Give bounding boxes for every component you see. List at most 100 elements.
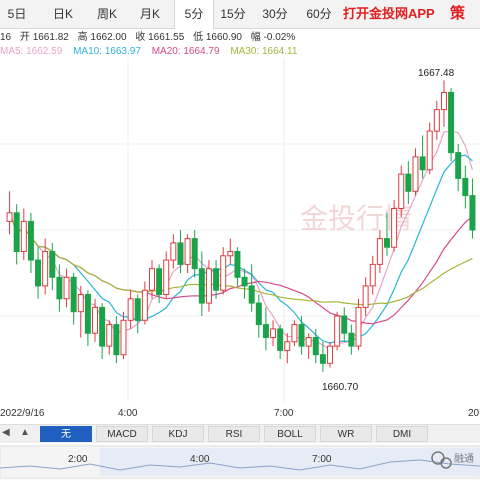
candle-body bbox=[440, 91, 447, 111]
x-tick-7: 7:00 bbox=[274, 408, 294, 419]
change-value: -0.02% bbox=[263, 32, 296, 43]
candle-body bbox=[170, 242, 177, 261]
candle-body bbox=[291, 324, 298, 343]
close-value: 1661.55 bbox=[148, 32, 185, 43]
candle-body bbox=[405, 173, 412, 192]
candlestick-chart[interactable]: 金投行情 1667.48 1660.70 bbox=[0, 58, 480, 402]
candle-body bbox=[198, 268, 205, 304]
indicator-macd-button[interactable]: MACD bbox=[96, 426, 148, 442]
nav-tick-7: 7:00 bbox=[312, 454, 332, 465]
candle-body bbox=[191, 238, 198, 270]
ma5-line bbox=[9, 130, 473, 351]
indicator-kdj-button[interactable]: KDJ bbox=[152, 426, 204, 442]
x-tick-start: 2022/9/16 bbox=[0, 408, 45, 419]
candle-body bbox=[270, 328, 277, 338]
candle-body bbox=[391, 208, 398, 248]
candle-body bbox=[49, 251, 56, 278]
candle-body bbox=[277, 328, 284, 351]
candle-body bbox=[462, 177, 469, 197]
candle-body bbox=[412, 156, 419, 192]
brand-name: 融通 bbox=[454, 453, 474, 465]
candle-body bbox=[327, 345, 334, 364]
candle-body bbox=[6, 212, 13, 222]
tab-monthly-k[interactable]: 月K bbox=[135, 0, 165, 28]
candle-body bbox=[42, 251, 49, 287]
time-fragment: 16 bbox=[0, 32, 12, 43]
ma5-legend: MA5: 1662.59 bbox=[0, 46, 63, 57]
candle-body bbox=[70, 276, 77, 313]
candle-body bbox=[56, 276, 63, 300]
navigator-svg[interactable]: 2:00 4:00 7:00 融通 bbox=[0, 444, 480, 480]
time-navigator[interactable]: 2:00 4:00 7:00 融通 bbox=[0, 444, 480, 480]
candle-body bbox=[341, 315, 348, 334]
candle-body bbox=[376, 238, 383, 265]
candle-body bbox=[99, 306, 106, 347]
candle-body bbox=[255, 302, 262, 326]
ma30-legend: MA30: 1664.11 bbox=[230, 46, 298, 57]
indicator-none-button[interactable]: 无 bbox=[40, 426, 92, 442]
strategy-icon[interactable]: 策 bbox=[450, 0, 465, 28]
candle-body bbox=[184, 238, 191, 265]
candle-body bbox=[383, 238, 390, 248]
candle-body bbox=[234, 251, 241, 278]
tab-weekly-k[interactable]: 周K bbox=[92, 0, 122, 28]
candle-body bbox=[156, 268, 163, 295]
scroll-left-arrow[interactable]: ◀ bbox=[2, 427, 10, 438]
candle-body bbox=[35, 259, 42, 287]
tab-30min[interactable]: 30分 bbox=[258, 0, 292, 28]
candle-body bbox=[448, 91, 455, 154]
low-annotation: 1660.70 bbox=[322, 382, 359, 393]
tab-daily-k[interactable]: 日K bbox=[48, 0, 78, 28]
candle-body bbox=[106, 324, 113, 347]
ma10-legend: MA10: 1663.97 bbox=[73, 46, 141, 57]
time-axis: 2022/9/16 4:00 7:00 20 bbox=[0, 405, 480, 423]
candle-body bbox=[433, 109, 440, 132]
candle-body bbox=[398, 173, 405, 209]
candle-body bbox=[127, 298, 134, 321]
navigator-window[interactable] bbox=[100, 448, 480, 476]
candle-body bbox=[455, 152, 462, 179]
candle-body bbox=[134, 298, 141, 321]
tab-60min[interactable]: 60分 bbox=[302, 0, 336, 28]
tab-5min[interactable]: 5分 bbox=[174, 0, 214, 29]
close-label: 收 bbox=[135, 32, 146, 43]
open-label: 开 bbox=[19, 32, 30, 43]
candle-body bbox=[205, 268, 212, 304]
candle-body bbox=[163, 259, 170, 296]
candle-body bbox=[92, 306, 99, 334]
candle-body bbox=[63, 276, 70, 300]
candle-body bbox=[419, 156, 426, 171]
indicator-boll-button[interactable]: BOLL bbox=[264, 426, 316, 442]
indicator-dmi-button[interactable]: DMI bbox=[376, 426, 428, 442]
candle-body bbox=[262, 324, 269, 339]
candle-body bbox=[305, 337, 312, 347]
candle-body bbox=[241, 276, 248, 287]
tab-5day[interactable]: 5日 bbox=[2, 0, 32, 28]
candle-body bbox=[355, 306, 362, 347]
high-annotation: 1667.48 bbox=[418, 68, 455, 79]
period-tab-bar: 5日 日K 周K 月K 5分 15分 30分 60分 打开金投网APP 策 bbox=[0, 0, 480, 29]
expand-up-arrow[interactable]: ▲ bbox=[20, 427, 30, 438]
candle-body bbox=[20, 220, 27, 252]
nav-tick-4: 4:00 bbox=[190, 454, 210, 465]
open-app-link[interactable]: 打开金投网APP bbox=[343, 0, 435, 28]
quote-row: 16 开 1661.82 高 1662.00 收 1661.55 低 1660.… bbox=[0, 31, 295, 45]
high-value: 1662.00 bbox=[90, 32, 127, 43]
candle-body bbox=[426, 130, 433, 171]
indicator-wr-button[interactable]: WR bbox=[320, 426, 372, 442]
candle-body bbox=[312, 337, 319, 356]
high-label: 高 bbox=[77, 32, 88, 43]
nav-tick-2: 2:00 bbox=[68, 454, 88, 465]
candle-body bbox=[13, 212, 20, 253]
open-value: 1661.82 bbox=[32, 32, 69, 43]
indicator-rsi-button[interactable]: RSI bbox=[208, 426, 260, 442]
candle-body bbox=[77, 294, 84, 313]
candle-body bbox=[334, 315, 341, 347]
candle-body bbox=[84, 294, 91, 334]
candle-body bbox=[362, 285, 369, 308]
candle-body bbox=[319, 354, 326, 364]
tab-15min[interactable]: 15分 bbox=[218, 0, 248, 28]
chart-svg[interactable]: 金投行情 1667.48 1660.70 bbox=[0, 58, 480, 402]
candle-body bbox=[120, 319, 127, 356]
candle-body bbox=[148, 268, 155, 291]
